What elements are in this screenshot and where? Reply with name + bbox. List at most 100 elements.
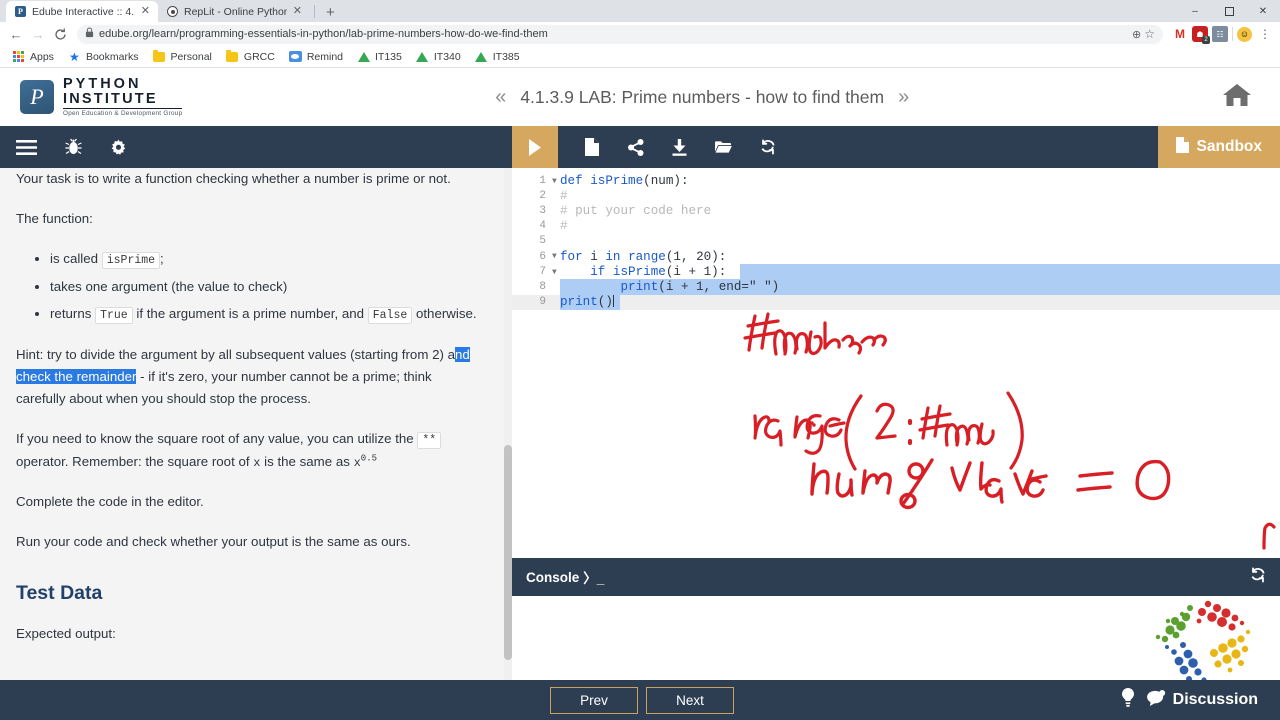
- console-refresh-icon[interactable]: [1250, 567, 1266, 588]
- lesson-content: Your task is to write a function checkin…: [0, 168, 512, 645]
- bullet-text: is called: [50, 250, 102, 266]
- browser-titlebar: P Edube Interactive :: 4.1.3.9 LAB: P ✕ …: [0, 0, 1280, 22]
- bookmark-grcc[interactable]: GRCC: [220, 48, 281, 65]
- next-lesson-chevron-icon[interactable]: »: [898, 86, 909, 109]
- code-line[interactable]: 7 ▼ if isPrime(i + 1):: [512, 264, 1280, 280]
- back-button[interactable]: ←: [6, 24, 26, 44]
- reload-button[interactable]: [50, 24, 70, 44]
- code-line[interactable]: 4 #: [512, 219, 1280, 234]
- bookmark-apps[interactable]: Apps: [6, 48, 60, 65]
- bookmark-it340[interactable]: IT340: [410, 48, 467, 65]
- discussion-button[interactable]: Discussion: [1146, 689, 1258, 711]
- tab-title: RepLit - Online Python Editor an: [184, 5, 287, 18]
- logo-text: PYTHON INSTITUTE Open Education & Develo…: [63, 77, 183, 117]
- bookmark-it385[interactable]: IT385: [469, 48, 526, 65]
- bookmarks-bar: Apps ★ Bookmarks Personal GRCC Remind IT…: [0, 46, 1280, 68]
- line-number: 2: [539, 189, 546, 202]
- maximize-button[interactable]: [1212, 0, 1246, 22]
- code-line[interactable]: 3 # put your code here: [512, 203, 1280, 218]
- sqrt-text-b: operator. Remember: the square root of: [16, 453, 254, 469]
- bookmark-personal[interactable]: Personal: [146, 48, 217, 65]
- tab-close-icon[interactable]: ✕: [141, 6, 150, 17]
- bookmark-label: Personal: [170, 50, 212, 63]
- discussion-group: Discussion: [1121, 687, 1258, 713]
- bookmark-remind[interactable]: Remind: [283, 48, 349, 65]
- content-scrollbar-thumb[interactable]: [504, 445, 512, 660]
- browser-tab-edube[interactable]: P Edube Interactive :: 4.1.3.9 LAB: P ✕: [6, 1, 158, 22]
- browser-toolbar: ← → edube.org/learn/programming-essentia…: [0, 22, 1280, 46]
- code-line[interactable]: 5: [512, 234, 1280, 249]
- gmail-icon[interactable]: M: [1172, 26, 1188, 42]
- download-icon[interactable]: [672, 138, 687, 156]
- hamburger-menu-icon[interactable]: [16, 139, 37, 155]
- console-output[interactable]: [512, 596, 1280, 680]
- bug-icon[interactable]: [65, 138, 82, 156]
- lesson-content-panel[interactable]: Your task is to write a function checkin…: [0, 168, 512, 680]
- bookmark-bookmarks[interactable]: ★ Bookmarks: [62, 48, 145, 65]
- lesson-paragraph-sqrt: If you need to know the square root of a…: [16, 428, 478, 474]
- chrome-menu-icon[interactable]: ⋮: [1256, 27, 1274, 41]
- share-icon[interactable]: [628, 138, 644, 156]
- python-institute-logo[interactable]: P PYTHON INSTITUTE Open Education & Deve…: [0, 77, 183, 117]
- console-title: Console 〉_: [526, 567, 604, 587]
- text-cursor: [612, 295, 614, 308]
- reset-icon[interactable]: [760, 139, 776, 155]
- bookmark-it135[interactable]: IT135: [351, 48, 408, 65]
- new-file-icon[interactable]: [585, 138, 600, 156]
- code-line[interactable]: 1 ▼ def isPrime(num):: [512, 173, 1280, 188]
- bullet-text-post: ;: [160, 250, 164, 266]
- page-title: 4.1.3.9 LAB: Prime numbers - how to find…: [520, 86, 885, 107]
- bottom-navigation-bar: Prev Next Discussion: [0, 680, 1280, 720]
- lesson-paragraph-function: The function:: [16, 210, 93, 226]
- line-content: def isPrime(num):: [560, 173, 689, 188]
- bookmark-label: Bookmarks: [85, 50, 139, 63]
- close-button[interactable]: ✕: [1246, 0, 1280, 22]
- minimize-button[interactable]: –: [1178, 0, 1212, 22]
- sandbox-label: Sandbox: [1196, 138, 1262, 155]
- forward-button[interactable]: →: [28, 24, 48, 44]
- line-content: print(): [560, 295, 614, 310]
- math-exponent: 0.5: [360, 453, 377, 464]
- open-folder-icon[interactable]: [715, 140, 732, 154]
- shield-icon[interactable]: ☗ 2: [1192, 26, 1210, 44]
- next-button[interactable]: Next: [646, 686, 734, 714]
- lesson-requirements-list: is called isPrime; takes one argument (t…: [16, 248, 478, 326]
- logo-line-2: INSTITUTE: [63, 92, 183, 109]
- sandbox-indicator[interactable]: Sandbox: [1157, 126, 1280, 168]
- code-line[interactable]: 6 ▼ for i in range(1, 20):: [512, 249, 1280, 264]
- bookmark-star-icon[interactable]: ☆: [1144, 27, 1155, 41]
- bookmark-label: Remind: [306, 50, 344, 63]
- page-header: P PYTHON INSTITUTE Open Education & Deve…: [0, 68, 1280, 126]
- window-controls: – ✕: [1178, 0, 1280, 22]
- address-bar[interactable]: edube.org/learn/programming-essentials-i…: [77, 24, 1163, 44]
- bookmark-label: Apps: [30, 50, 54, 63]
- code-lines: 1 ▼ def isPrime(num): 2 # 3 # put your c…: [512, 168, 1280, 310]
- tab-strip: P Edube Interactive :: 4.1.3.9 LAB: P ✕ …: [0, 0, 342, 22]
- line-number: 5: [539, 235, 546, 248]
- code-line[interactable]: 9 print(): [512, 294, 1280, 310]
- code-line[interactable]: 2 #: [512, 188, 1280, 203]
- drive-icon: [416, 50, 429, 63]
- prev-button[interactable]: Prev: [550, 686, 638, 714]
- prev-lesson-chevron-icon[interactable]: «: [495, 86, 506, 109]
- bullet-text-post: otherwise.: [412, 305, 477, 321]
- line-number: 9: [539, 296, 546, 309]
- omnibox-actions: ⊕ ☆: [1132, 27, 1155, 41]
- bookmark-label: IT340: [433, 50, 461, 63]
- translate-icon[interactable]: ☷: [1212, 26, 1228, 42]
- tab-title: Edube Interactive :: 4.1.3.9 LAB: P: [32, 5, 135, 18]
- profile-avatar[interactable]: ☺: [1237, 26, 1252, 42]
- lightbulb-icon[interactable]: [1121, 687, 1135, 713]
- bullet-text-mid: if the argument is a prime number, and: [132, 305, 368, 321]
- home-button[interactable]: [1222, 82, 1280, 113]
- tab-close-icon[interactable]: ✕: [293, 6, 302, 17]
- code-editor[interactable]: 1 ▼ def isPrime(num): 2 # 3 # put your c…: [512, 168, 1280, 558]
- new-tab-button[interactable]: +: [319, 5, 342, 22]
- code-line[interactable]: 8 print(i + 1, end=" "): [512, 279, 1280, 295]
- zoom-icon[interactable]: ⊕: [1132, 28, 1141, 41]
- inline-code: isPrime: [101, 251, 161, 269]
- console-label-text: Console: [526, 569, 580, 585]
- run-button[interactable]: [512, 126, 558, 168]
- browser-tab-replit[interactable]: RepLit - Online Python Editor an ✕: [158, 1, 310, 22]
- gear-icon[interactable]: [110, 139, 127, 156]
